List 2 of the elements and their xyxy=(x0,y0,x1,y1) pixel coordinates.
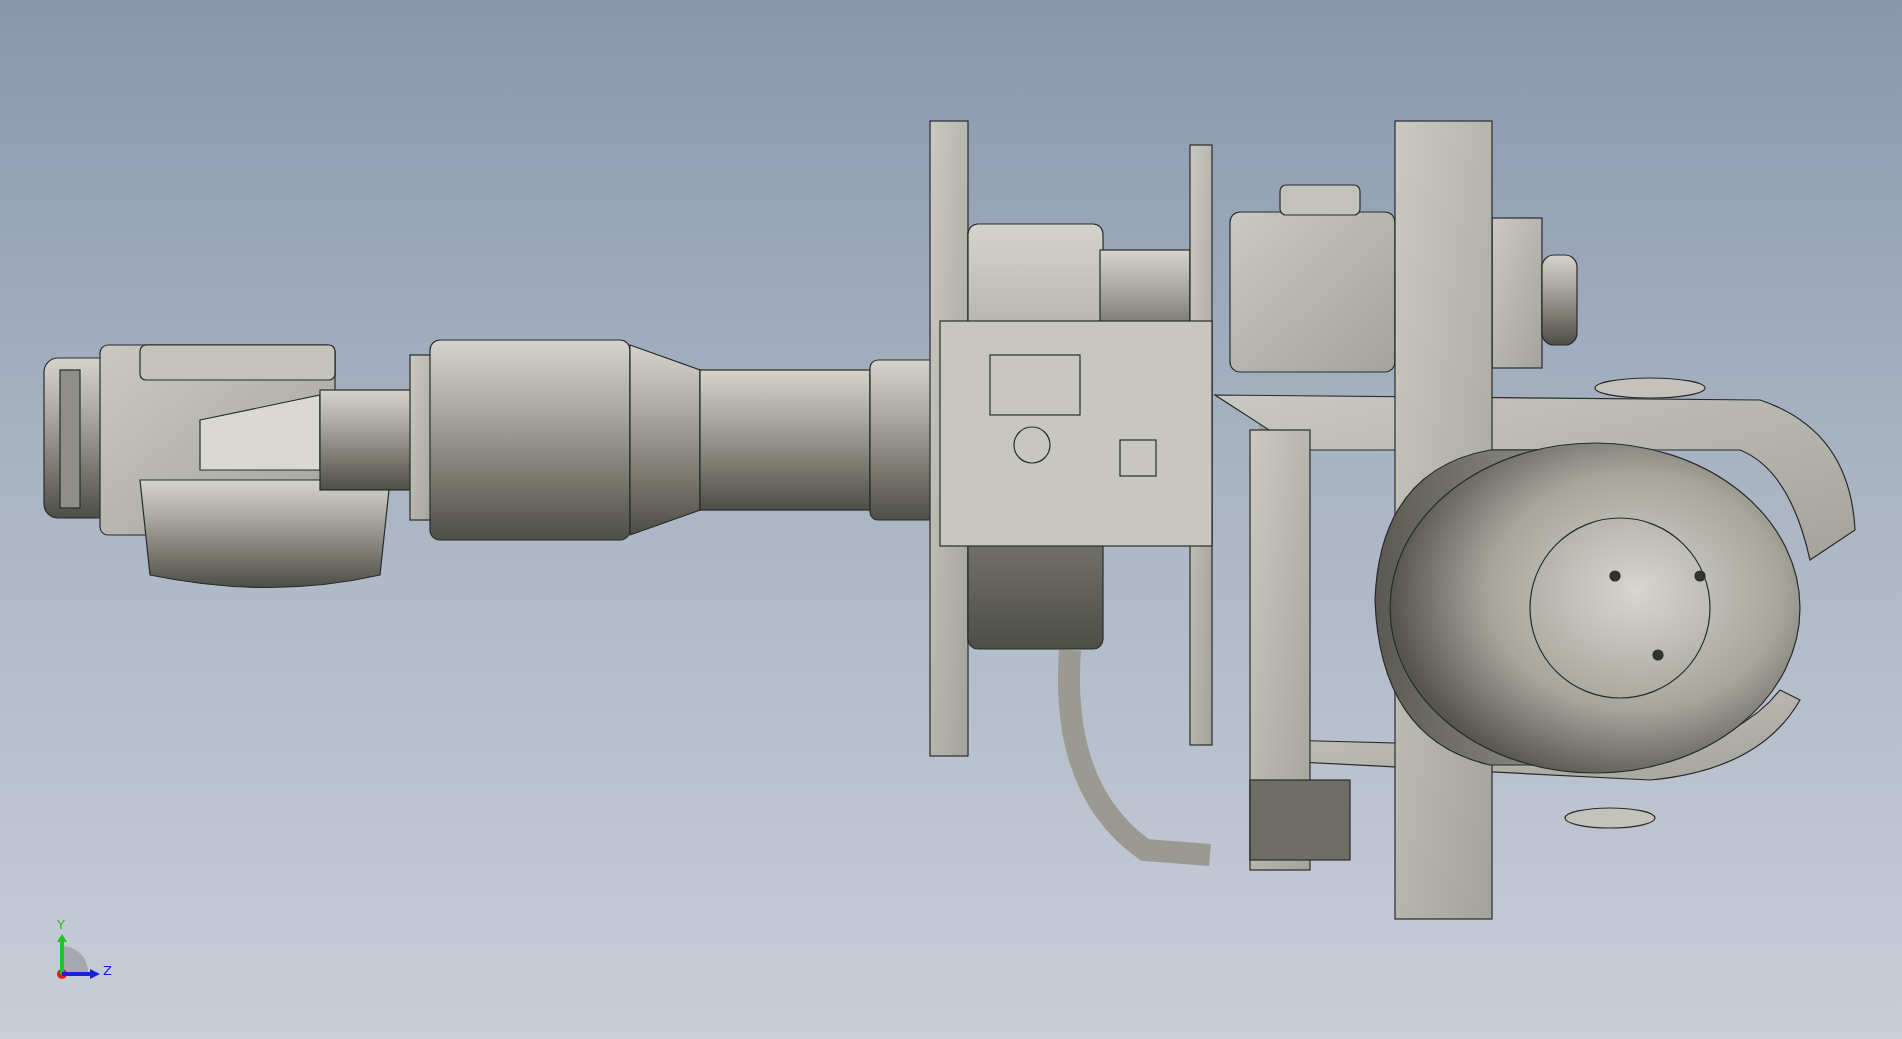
axis-label: Y xyxy=(57,918,65,931)
axis-label: Z xyxy=(103,964,112,977)
